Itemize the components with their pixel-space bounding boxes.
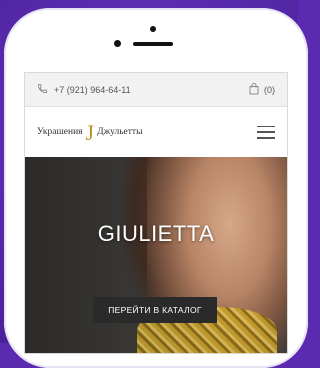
phone-number[interactable]: +7 (921) 964-64-11 xyxy=(54,85,131,95)
hero-banner: GIULIETTA ПЕРЕЙТИ В КАТАЛОГ xyxy=(25,157,287,353)
shopping-bag-icon xyxy=(249,82,259,97)
phone-icon xyxy=(37,83,48,96)
cart-count: (0) xyxy=(264,84,275,95)
cart-link[interactable]: (0) xyxy=(249,82,275,97)
logo-mark: J xyxy=(85,120,95,145)
top-contact-bar: +7 (921) 964-64-11 (0) xyxy=(25,73,287,107)
hero-title: GIULIETTA xyxy=(97,221,215,246)
logo-text-left: Украшения xyxy=(37,127,83,137)
phone-screen: +7 (921) 964-64-11 (0) Украшения J Джуль… xyxy=(24,72,288,354)
hamburger-menu-icon[interactable] xyxy=(257,125,275,139)
site-logo[interactable]: Украшения J Джульетты xyxy=(37,120,143,145)
phone-contact[interactable]: +7 (921) 964-64-11 xyxy=(37,83,131,96)
phone-mockup: +7 (921) 964-64-11 (0) Украшения J Джуль… xyxy=(0,0,308,368)
logo-text-right: Джульетты xyxy=(97,127,143,137)
front-camera xyxy=(114,40,121,47)
proximity-sensor xyxy=(150,26,156,32)
earpiece-speaker xyxy=(133,42,173,46)
site-header: Украшения J Джульетты xyxy=(25,108,287,156)
catalog-button[interactable]: ПЕРЕЙТИ В КАТАЛОГ xyxy=(93,297,217,323)
